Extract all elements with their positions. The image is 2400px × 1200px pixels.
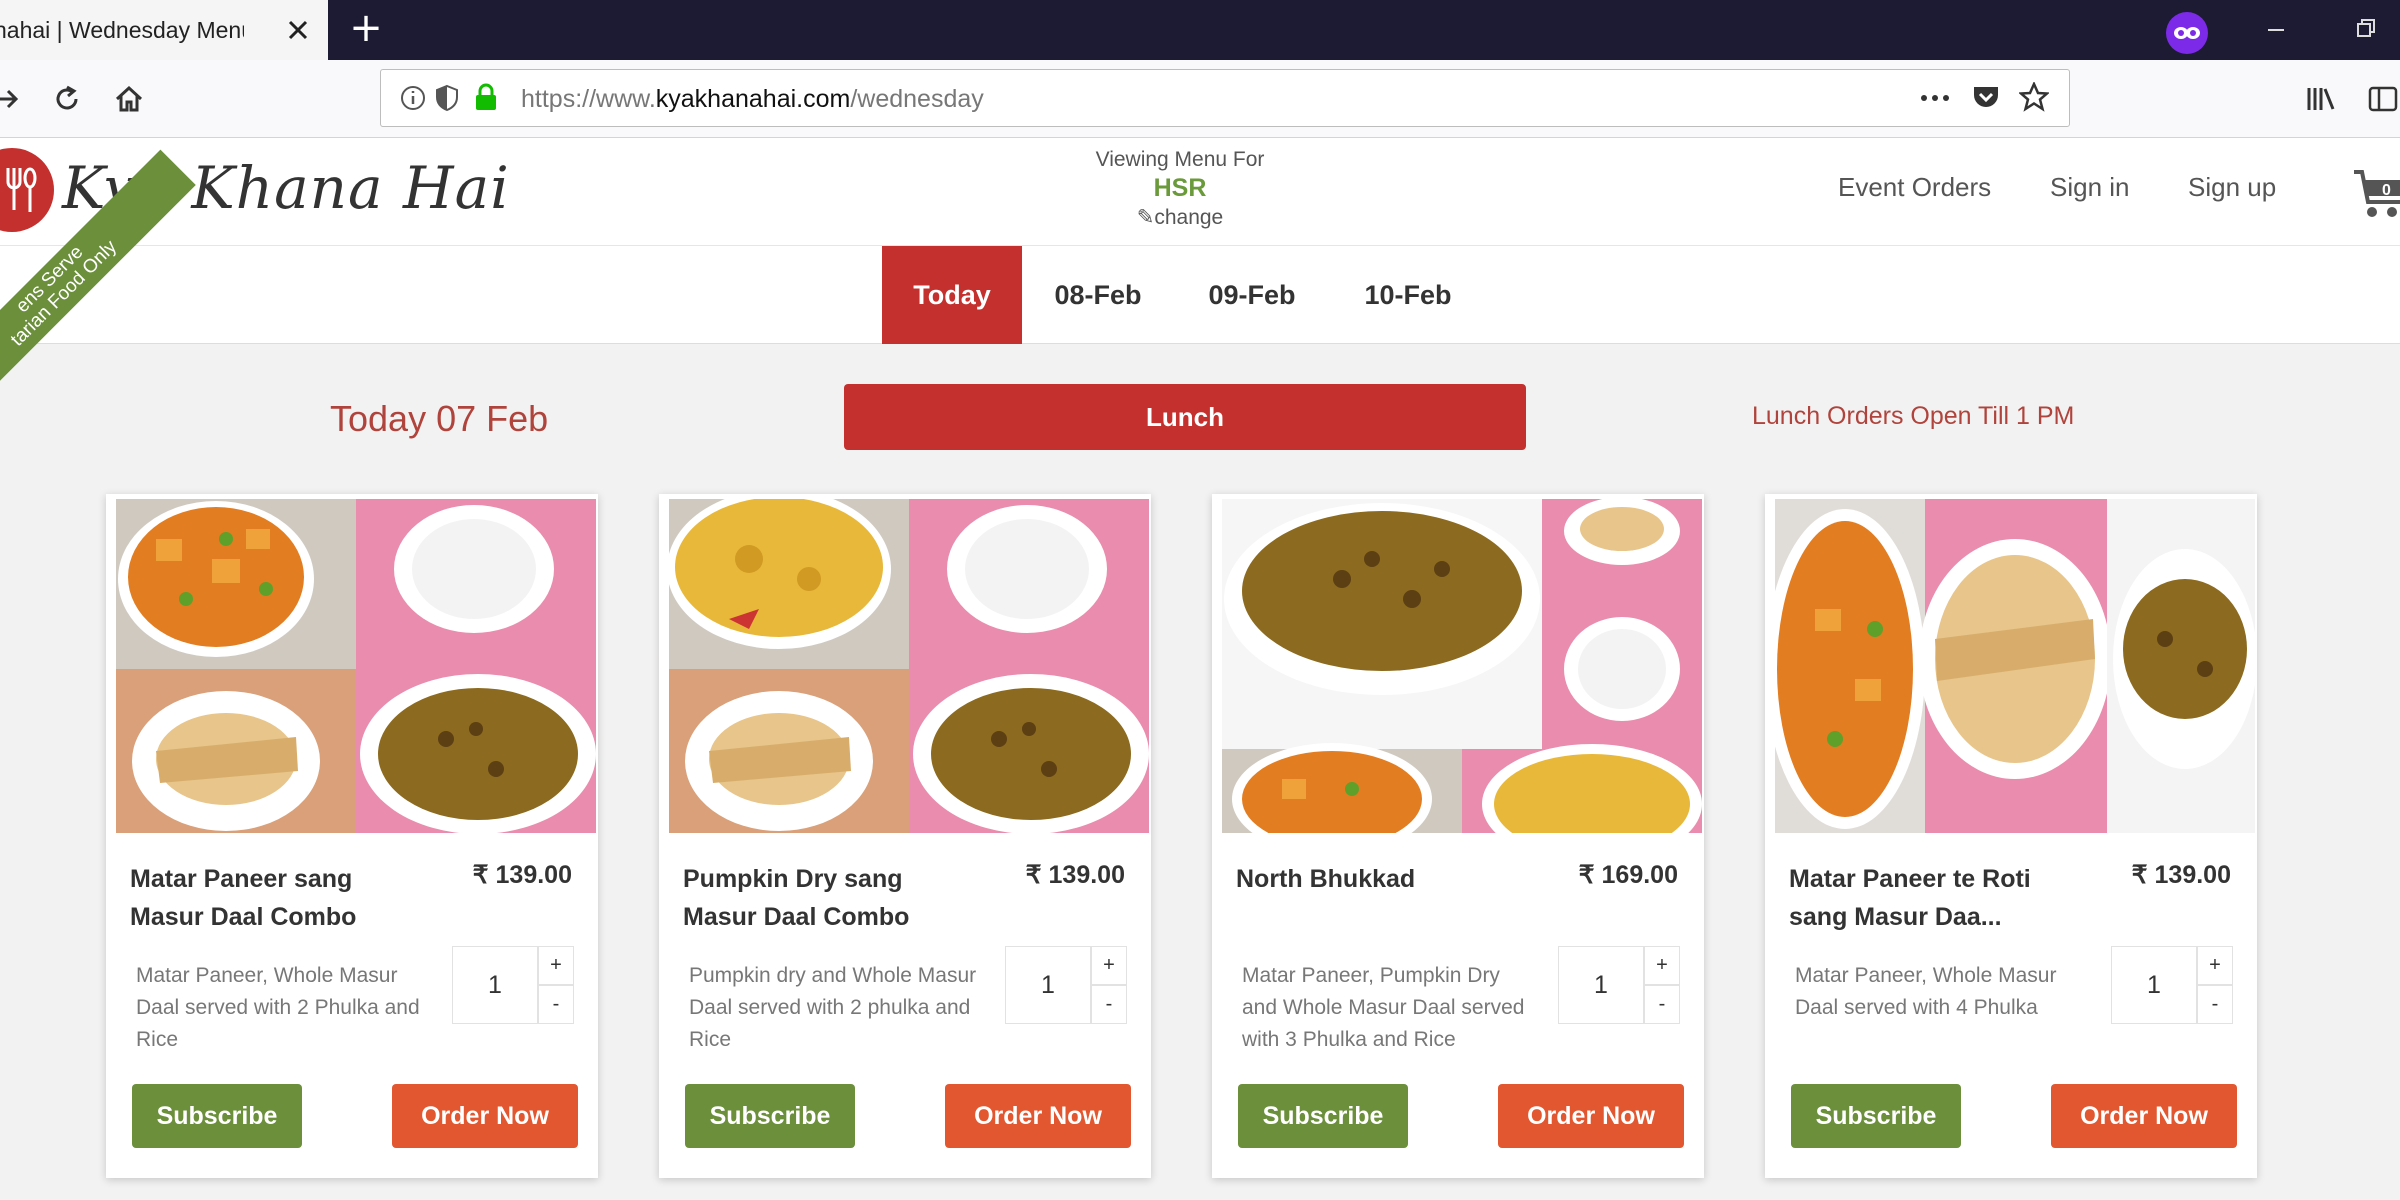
subscribe-button[interactable]: Subscribe [1791, 1084, 1961, 1148]
menu-date-title: Today 07 Feb [330, 398, 549, 439]
orders-open-text: Lunch Orders Open Till 1 PM [1752, 402, 2075, 430]
tab-title: nahai | Wednesday Menu - ( [0, 16, 244, 43]
close-icon[interactable] [282, 14, 314, 46]
city-name: HSR [1153, 174, 1207, 202]
restore-button[interactable] [2346, 10, 2386, 50]
forward-icon[interactable] [0, 78, 28, 120]
tab-today[interactable]: Today [882, 246, 1022, 344]
quantity-field[interactable]: 1 [1005, 946, 1091, 1024]
dish-name[interactable]: North Bhukkad [1236, 860, 1536, 898]
sidebar-icon[interactable] [2362, 78, 2400, 120]
dish-price: ₹ 139.00 [2131, 861, 2231, 889]
dish-description: Matar Paneer, Pumpkin Dry and Whole Masu… [1242, 964, 1525, 1051]
subscribe-button[interactable]: Subscribe [685, 1084, 855, 1148]
order-now-button[interactable]: Order Now [945, 1084, 1131, 1148]
home-icon[interactable] [108, 78, 150, 120]
new-tab-button[interactable]: + [346, 8, 386, 50]
dish-price: ₹ 169.00 [1578, 861, 1678, 889]
dish-image[interactable] [1775, 499, 2255, 833]
pocket-icon[interactable] [1971, 82, 2001, 117]
quantity-increment-button[interactable]: + [1091, 946, 1127, 985]
quantity-increment-button[interactable]: + [1644, 946, 1680, 985]
sign-in-link[interactable]: Sign in [2050, 172, 2130, 203]
subscribe-button[interactable]: Subscribe [1238, 1084, 1408, 1148]
menu-card: North Bhukkad ₹ 169.00 Matar Paneer, Pum… [1212, 494, 1704, 1178]
library-icon[interactable] [2300, 78, 2342, 120]
menu-card: Matar Paneer te Roti sang Masur Daa... ₹… [1765, 494, 2257, 1178]
dish-image[interactable] [669, 499, 1149, 833]
reload-icon[interactable] [46, 78, 88, 120]
change-location-link[interactable]: ✎change [1040, 205, 1320, 230]
tab-10-feb[interactable]: 10-Feb [1340, 246, 1476, 344]
private-mask-icon [2166, 12, 2208, 54]
date-tabs: Today 08-Feb 09-Feb 10-Feb [0, 246, 2400, 344]
order-now-button[interactable]: Order Now [2051, 1084, 2237, 1148]
lock-icon [473, 82, 499, 117]
dish-image[interactable] [1222, 499, 1702, 833]
tab-09-feb[interactable]: 09-Feb [1184, 246, 1320, 344]
browser-nav-bar: https://www.kyakhanahai.com/wednesday [0, 60, 2400, 138]
dish-description: Matar Paneer, Whole Masur Daal served wi… [1795, 964, 2057, 1019]
shield-icon[interactable] [435, 84, 459, 117]
pencil-icon: ✎ [1136, 206, 1155, 229]
dish-price: ₹ 139.00 [472, 861, 572, 889]
quantity-increment-button[interactable]: + [2197, 946, 2233, 985]
dish-description: Pumpkin dry and Whole Masur Daal served … [689, 964, 977, 1051]
viewing-label: Viewing Menu For [1095, 148, 1265, 171]
cart-icon[interactable]: 0 [2352, 162, 2400, 222]
event-orders-link[interactable]: Event Orders [1838, 172, 1991, 203]
dish-image[interactable] [116, 499, 596, 833]
menu-card: Matar Paneer sang Masur Daal Combo ₹ 139… [106, 494, 598, 1178]
url-text[interactable]: https://www.kyakhanahai.com/wednesday [521, 85, 984, 114]
cart-count: 0 [2382, 182, 2391, 199]
dish-name[interactable]: Matar Paneer te Roti sang Masur Daa... [1789, 860, 2089, 936]
quantity-field[interactable]: 1 [2111, 946, 2197, 1024]
dish-name[interactable]: Pumpkin Dry sang Masur Daal Combo [683, 860, 983, 936]
bookmark-star-icon[interactable] [2017, 80, 2051, 117]
quantity-decrement-button[interactable]: - [1644, 985, 1680, 1024]
quantity-decrement-button[interactable]: - [538, 985, 574, 1024]
location-selector: Viewing Menu For HSR ✎change [1040, 148, 1320, 230]
minimize-button[interactable] [2256, 10, 2296, 50]
order-now-button[interactable]: Order Now [1498, 1084, 1684, 1148]
browser-tab[interactable]: nahai | Wednesday Menu - ( [0, 0, 328, 60]
quantity-decrement-button[interactable]: - [1091, 985, 1127, 1024]
quantity-field[interactable]: 1 [452, 946, 538, 1024]
more-icon[interactable] [1919, 84, 1951, 117]
order-now-button[interactable]: Order Now [392, 1084, 578, 1148]
site-header: Kya Khana Hai Viewing Menu For HSR ✎chan… [0, 138, 2400, 246]
subscribe-button[interactable]: Subscribe [132, 1084, 302, 1148]
logo-icon[interactable] [0, 148, 54, 232]
tab-08-feb[interactable]: 08-Feb [1030, 246, 1166, 344]
browser-tab-bar: nahai | Wednesday Menu - ( + [0, 0, 2400, 60]
menu-card: Pumpkin Dry sang Masur Daal Combo ₹ 139.… [659, 494, 1151, 1178]
quantity-decrement-button[interactable]: - [2197, 985, 2233, 1024]
sign-up-link[interactable]: Sign up [2188, 172, 2276, 203]
lunch-button[interactable]: Lunch [844, 384, 1526, 450]
dish-description: Matar Paneer, Whole Masur Daal served wi… [136, 964, 420, 1051]
quantity-increment-button[interactable]: + [538, 946, 574, 985]
info-icon[interactable] [399, 84, 427, 117]
quantity-field[interactable]: 1 [1558, 946, 1644, 1024]
dish-price: ₹ 139.00 [1025, 861, 1125, 889]
url-bar[interactable]: https://www.kyakhanahai.com/wednesday [380, 69, 2070, 127]
dish-name[interactable]: Matar Paneer sang Masur Daal Combo [130, 860, 430, 936]
